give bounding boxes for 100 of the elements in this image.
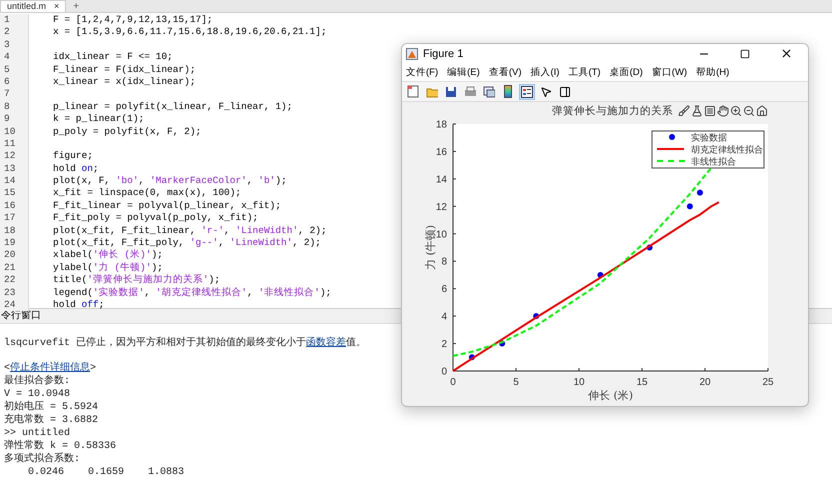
y-tick-label: 4 xyxy=(441,312,447,323)
y-tick-label: 6 xyxy=(441,284,447,296)
flask-icon[interactable] xyxy=(691,105,703,118)
chart-title: 弹簧伸长与施加力的关系 xyxy=(552,104,673,118)
tab-close[interactable]: × xyxy=(54,1,60,12)
menu-item[interactable]: 帮助(H) xyxy=(696,66,730,79)
line-number: 3 xyxy=(0,38,29,52)
pointer-icon xyxy=(540,86,552,98)
line-number: 14 xyxy=(0,175,29,188)
code-line: hold on; xyxy=(52,162,99,176)
y-tick-label: 0 xyxy=(441,366,447,378)
code-line: xlabel('伸长 (米)'); xyxy=(52,249,163,262)
y-axis-label: 力 (牛顿) xyxy=(424,224,437,270)
menu-item[interactable]: 桌面(D) xyxy=(610,66,643,79)
folder-icon xyxy=(426,86,438,98)
add-tab-button[interactable]: + xyxy=(68,2,84,12)
menu-item[interactable]: 查看(V) xyxy=(488,66,522,79)
code-line: ylabel('力 (牛顿)'); xyxy=(52,262,163,274)
code-line: p_linear = polyfit(x_linear, F_linear, 1); xyxy=(52,100,292,114)
data-point xyxy=(597,272,604,278)
code-line: legend('实验数据', '胡克定律线性拟合', '非线性拟合'); xyxy=(52,286,332,299)
help-link[interactable]: 停止条件详细信息 xyxy=(10,363,90,374)
line-number: 20 xyxy=(0,249,29,262)
x-tick-label: 25 xyxy=(762,377,774,388)
code-line: k = p_linear(1); xyxy=(52,113,144,126)
line-number: 8 xyxy=(0,100,29,114)
y-tick-label: 12 xyxy=(436,202,447,213)
data-point xyxy=(686,203,693,210)
panel-icon xyxy=(559,86,571,98)
code-line: F_fit_poly = polyval(p_poly, x_fit); xyxy=(52,212,258,225)
output-line: 弹性常数 k = 0.58336 xyxy=(4,440,116,452)
menu-item[interactable]: 插入(I) xyxy=(530,66,560,79)
line-number: 18 xyxy=(0,224,29,238)
y-tick-label: 16 xyxy=(436,146,447,158)
window-title: Figure 1 xyxy=(423,48,464,60)
legend-label: 非线性拟合 xyxy=(691,158,736,168)
menu-item[interactable]: 编辑(E) xyxy=(447,66,480,79)
code-line: idx_linear = F <= 10; xyxy=(52,51,173,64)
menu-item[interactable]: 窗口(W) xyxy=(652,66,688,79)
output-line: 充电常数 = 3.6882 xyxy=(4,414,98,427)
home-icon[interactable] xyxy=(756,105,768,118)
y-tick-label: 8 xyxy=(441,256,447,268)
data-point xyxy=(499,340,506,347)
line-number: 9 xyxy=(0,113,29,126)
code-line: plot(x_fit, F_fit_linear, 'r-', 'LineWidth', 2); xyxy=(52,224,327,238)
line-number: 21 xyxy=(0,262,29,274)
x-tick-label: 20 xyxy=(699,377,711,388)
x-tick-label: 0 xyxy=(450,377,456,388)
code-line: title('弹簧伸长与施加力的关系'); xyxy=(52,274,220,287)
close-icon xyxy=(780,47,792,60)
legend-label: 实验数据 xyxy=(691,134,727,144)
legend-label: 胡克定律线性拟合 xyxy=(691,146,763,156)
line-number: 6 xyxy=(0,76,29,88)
code-line: F_linear = F(idx_linear); xyxy=(52,64,196,76)
line-number: 22 xyxy=(0,274,29,287)
output-line: 最佳拟合参数: xyxy=(4,375,70,388)
printer-icon xyxy=(464,86,476,98)
data-tip-icon[interactable] xyxy=(704,105,716,118)
line-number: 1 xyxy=(0,14,29,26)
menu-item[interactable]: 文件(F) xyxy=(406,66,438,79)
data-point xyxy=(696,190,703,196)
zoom-out-icon[interactable] xyxy=(743,105,755,118)
y-tick-label: 18 xyxy=(436,120,447,131)
legend-marker-icon xyxy=(669,134,675,140)
linked-windows-icon xyxy=(483,86,495,98)
pan-hand-icon[interactable] xyxy=(717,105,729,118)
colorbar-icon xyxy=(504,85,512,98)
file-tab[interactable]: untitled.m × xyxy=(0,0,66,12)
brush-icon[interactable] xyxy=(678,105,690,118)
code-line: x_fit = linspace(0, max(x), 100); xyxy=(52,187,242,200)
line-number: 17 xyxy=(0,212,29,225)
output-line: 0.0246 0.1659 1.0883 xyxy=(27,466,184,479)
toolbar-button[interactable] xyxy=(519,84,535,100)
x-tick-label: 15 xyxy=(636,377,648,388)
line-number: 7 xyxy=(0,88,29,101)
line-number: 15 xyxy=(0,187,29,200)
line-number: 19 xyxy=(0,237,29,250)
code-line: F_fit_linear = polyval(p_linear, x_fit); xyxy=(52,200,282,212)
code-line: x = [1.5,3.9,6.6,11.7,15.6,18.8,19.6,20.6,21.1]; xyxy=(52,26,327,39)
line-number: 2 xyxy=(0,26,29,39)
x-tick-label: 5 xyxy=(513,377,519,388)
x-tick-label: 10 xyxy=(573,377,585,388)
zoom-in-icon[interactable] xyxy=(730,105,742,118)
data-point xyxy=(533,313,540,320)
output-line: >> untitled xyxy=(4,427,70,440)
code-line: hold off; xyxy=(52,298,104,312)
y-tick-label: 10 xyxy=(436,229,447,240)
code-line: plot(x, F, 'bo', 'MarkerFaceColor', 'b'); xyxy=(52,175,287,188)
output-line: lsqcurvefit 已停止，因为平方和相对于其初始值的最终变化小于函数容差值。 xyxy=(4,337,366,350)
maximize-icon xyxy=(740,48,750,59)
help-link[interactable]: 函数容差 xyxy=(306,338,346,349)
app-logo-icon xyxy=(406,48,418,60)
code-line: F = [1,2,4,7,9,12,13,15,17]; xyxy=(52,14,213,26)
code-line: plot(x_fit, F_fit_poly, 'g--', 'LineWidth', 2); xyxy=(52,237,321,249)
toolbar-button[interactable] xyxy=(481,84,497,100)
line-number: 10 xyxy=(0,126,29,138)
menu-item[interactable]: 工具(T) xyxy=(568,66,601,79)
output-line: <停止条件详细信息> xyxy=(4,360,96,374)
data-point xyxy=(468,354,475,360)
data-point xyxy=(646,244,653,251)
